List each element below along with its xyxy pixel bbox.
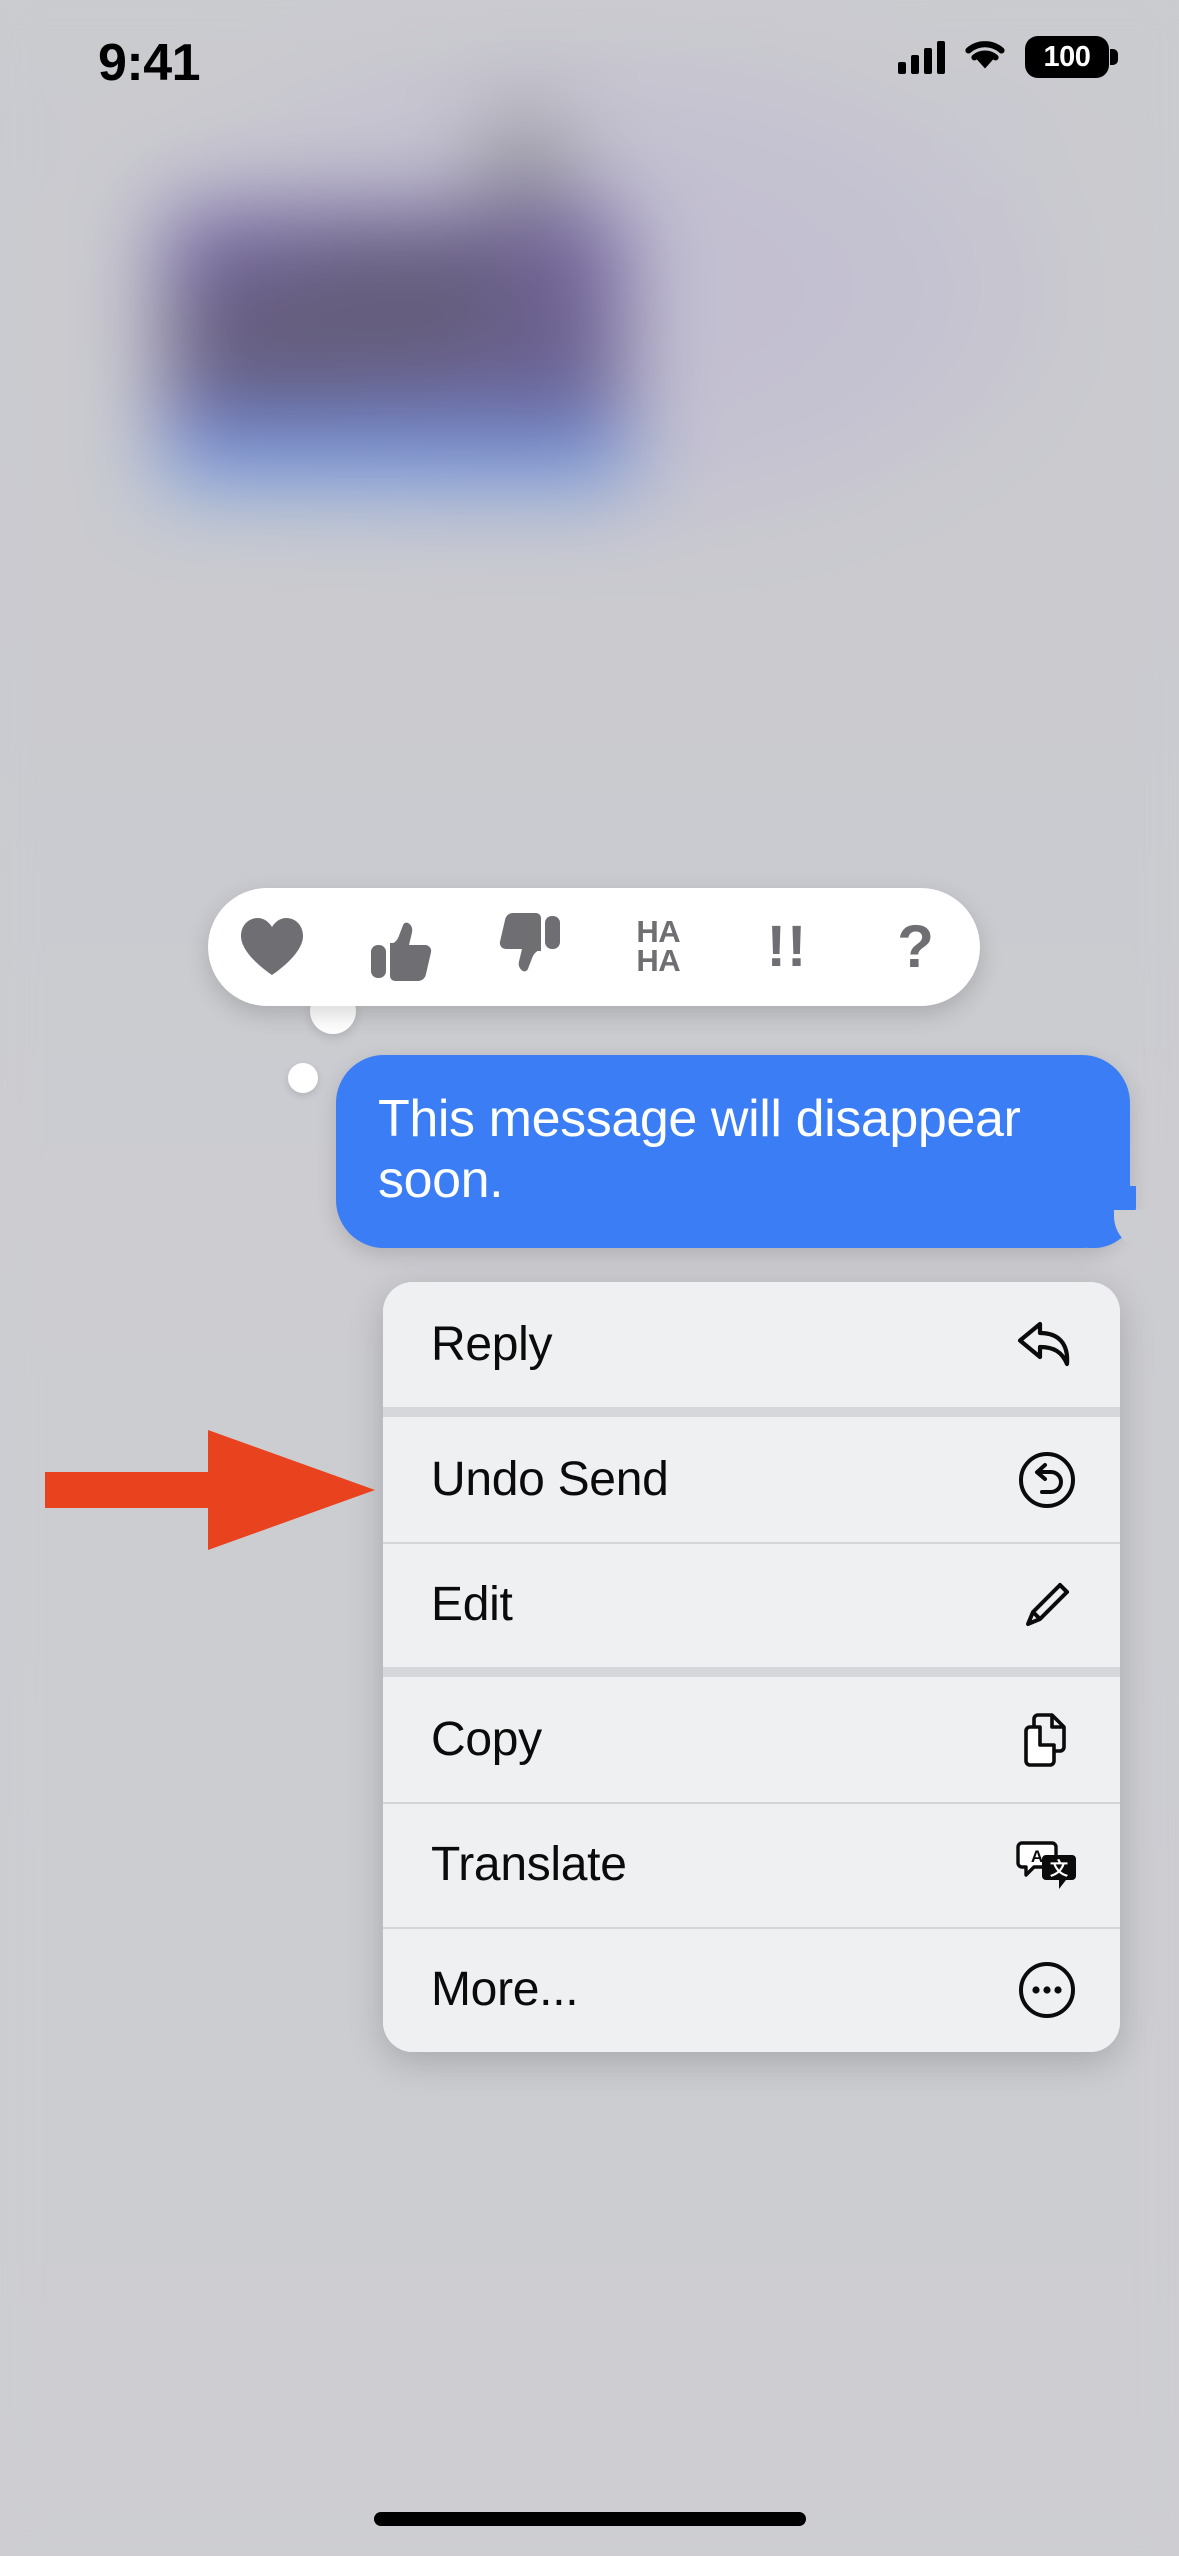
question-mark-icon: ? [897, 913, 934, 981]
context-menu-item-label: Translate [431, 1838, 627, 1891]
context-menu-dimming-scrim[interactable] [0, 0, 1179, 2556]
haha-icon: HA HA [636, 914, 681, 978]
context-menu-item-label: More... [431, 1963, 579, 2016]
context-menu-group-1: Reply [383, 1282, 1120, 1407]
context-menu-group-3: Copy Translate A 文 More... [383, 1677, 1120, 2052]
status-bar-clock: 9:41 [98, 34, 201, 92]
blurred-conversation-backdrop [0, 0, 1179, 2556]
battery-icon: 100 [1025, 36, 1118, 78]
message-context-menu[interactable]: Reply Undo Send Edit Copy Translate A 文 … [383, 1282, 1120, 2052]
home-indicator[interactable] [373, 2512, 806, 2526]
svg-text:文: 文 [1050, 1858, 1069, 1879]
context-menu-group-divider [383, 1407, 1120, 1417]
context-menu-item-undo-send[interactable]: Undo Send [383, 1417, 1120, 1542]
red-pointer-arrow [45, 1425, 375, 1555]
translate-bubbles-icon: A 文 [1014, 1832, 1080, 1898]
ellipsis-circle-icon [1014, 1957, 1080, 2023]
pencil-icon [1014, 1572, 1080, 1638]
context-menu-group-2: Undo Send Edit [383, 1417, 1120, 1667]
reply-arrow-icon [1014, 1312, 1080, 1378]
wifi-icon [963, 38, 1007, 77]
bubble-tail [1088, 1185, 1148, 1248]
tapback-reaction-bar[interactable]: HA HA !! ? [208, 888, 980, 1006]
tapback-tail-dot-small [288, 1063, 318, 1093]
tapback-thumbs-up-button[interactable] [353, 899, 449, 995]
tapback-heart-button[interactable] [224, 899, 320, 995]
context-menu-item-translate[interactable]: Translate A 文 [383, 1802, 1120, 1927]
message-bubble-container: This message will disappear soon. [336, 1055, 1148, 1248]
heart-icon [238, 915, 306, 979]
context-menu-item-label: Copy [431, 1713, 542, 1766]
undo-circle-icon [1014, 1447, 1080, 1513]
context-menu-item-edit[interactable]: Edit [383, 1542, 1120, 1667]
context-menu-item-label: Edit [431, 1578, 513, 1631]
tapback-haha-button[interactable]: HA HA [610, 899, 706, 995]
tapback-question-button[interactable]: ? [868, 899, 964, 995]
double-exclamation-icon: !! [766, 914, 808, 980]
status-bar: 9:41 100 [0, 0, 1179, 130]
thumbs-down-icon [498, 912, 562, 982]
context-menu-item-label: Reply [431, 1318, 553, 1371]
status-bar-indicators: 100 [898, 36, 1118, 78]
context-menu-group-divider [383, 1667, 1120, 1677]
tapback-thumbs-down-button[interactable] [482, 899, 578, 995]
context-menu-item-copy[interactable]: Copy [383, 1677, 1120, 1802]
thumbs-up-icon [369, 912, 433, 982]
battery-level-label: 100 [1043, 40, 1091, 73]
context-menu-item-more[interactable]: More... [383, 1927, 1120, 2052]
tapback-exclamation-button[interactable]: !! [739, 899, 835, 995]
outgoing-message-bubble[interactable]: This message will disappear soon. [336, 1055, 1148, 1248]
context-menu-item-reply[interactable]: Reply [383, 1282, 1120, 1407]
copy-documents-icon [1014, 1707, 1080, 1773]
message-text: This message will disappear soon. [378, 1090, 1021, 1210]
cellular-signal-icon [898, 40, 945, 74]
svg-text:A: A [1031, 1847, 1043, 1866]
context-menu-item-label: Undo Send [431, 1453, 669, 1506]
